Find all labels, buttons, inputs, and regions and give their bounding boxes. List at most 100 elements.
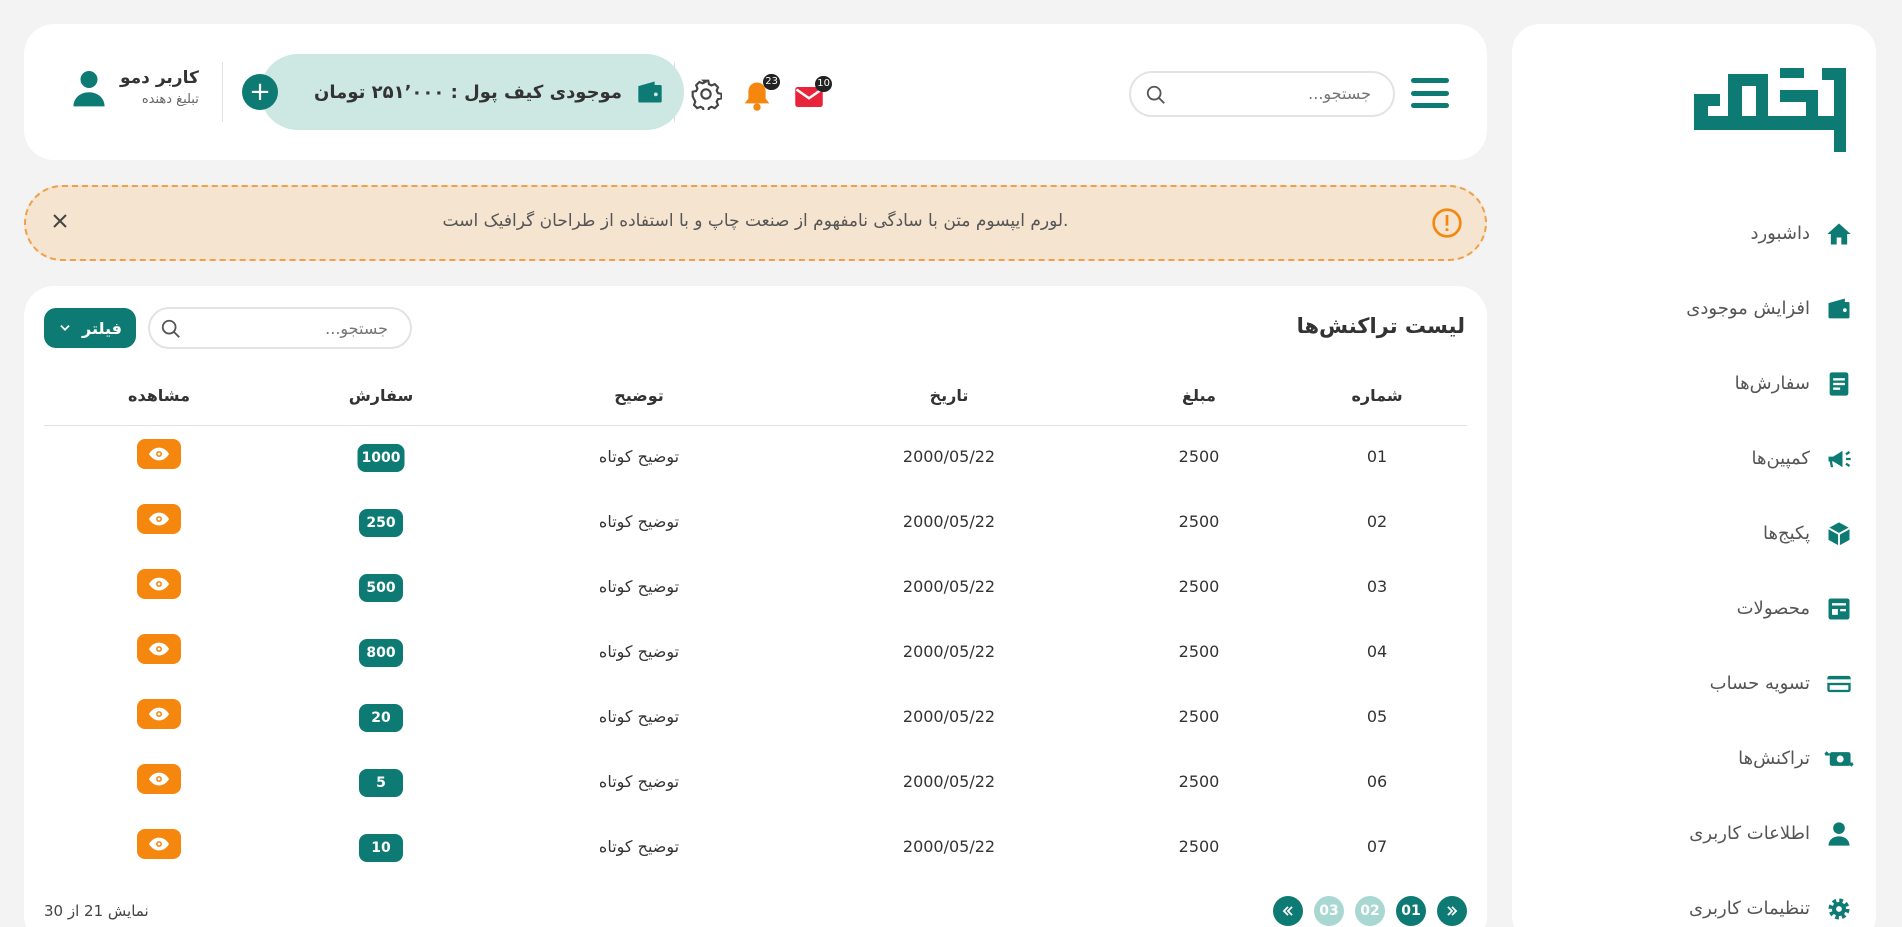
order-badge: 1000 (357, 444, 405, 472)
add-balance-button[interactable]: + (242, 74, 278, 110)
mail-count-badge: 10 (815, 76, 832, 92)
page-button[interactable]: 02 (1355, 896, 1385, 926)
bell-count-badge: 23 (763, 74, 780, 90)
user-profile[interactable]: کاربر دمو تبلیغ دهنده (72, 68, 199, 107)
cell-number: 06 (1366, 772, 1388, 791)
view-button[interactable] (137, 634, 181, 664)
top-header: 10 23 موجودی کیف پول : ۲۵۱٬۰۰۰ تومان + ک… (24, 24, 1487, 160)
sidebar-item-label: کمپین‌ها (1751, 448, 1810, 469)
sidebar-item-label: پکیج‌ها (1763, 523, 1810, 544)
pagination: 01 02 03 (1273, 896, 1467, 926)
products-icon (1824, 594, 1854, 624)
view-button[interactable] (137, 504, 181, 534)
view-button[interactable] (137, 764, 181, 794)
exchange-icon (1824, 744, 1854, 774)
filter-button[interactable]: فیلتر (44, 308, 136, 348)
cell-amount: 2500 (1178, 512, 1220, 531)
transactions-card: لیست تراکنش‌ها فیلتر شماره مبلغ تاریخ تو… (24, 286, 1487, 927)
sidebar: داشبورد افزایش موجودی سفارش‌ها کمپین‌ها … (1512, 24, 1876, 927)
cell-amount: 2500 (1178, 447, 1220, 466)
page-button[interactable]: 03 (1314, 896, 1344, 926)
eye-icon (148, 837, 170, 851)
sidebar-item-orders[interactable]: سفارش‌ها (1514, 346, 1854, 421)
eye-icon (148, 447, 170, 461)
order-badge: 800 (359, 639, 403, 667)
page-title: لیست تراکنش‌ها (1296, 314, 1465, 338)
package-icon (1824, 519, 1854, 549)
sidebar-item-dashboard[interactable]: داشبورد (1514, 196, 1854, 271)
cell-amount: 2500 (1178, 837, 1220, 856)
table-row: 07 2500 2000/05/22 توضیح کوتاه 10 (24, 829, 1487, 902)
sidebar-item-label: اطلاعات کاربری (1689, 823, 1810, 844)
column-header-number: شماره (1351, 386, 1403, 405)
header-search-input[interactable] (1181, 84, 1371, 103)
table-header-divider (44, 425, 1467, 426)
sidebar-item-packages[interactable]: پکیج‌ها (1514, 496, 1854, 571)
table-row: 03 2500 2000/05/22 توضیح کوتاه 500 (24, 569, 1487, 642)
user-role: تبلیغ دهنده (141, 92, 199, 107)
cell-number: 04 (1366, 642, 1388, 661)
eye-icon (148, 772, 170, 786)
chevron-down-icon (60, 325, 70, 331)
chevron-double-left-icon (1282, 906, 1293, 916)
table-search-input[interactable] (208, 319, 388, 338)
cell-description: توضیح کوتاه (598, 512, 680, 531)
page-button-current[interactable]: 01 (1396, 896, 1426, 926)
showing-count: نمایش 21 از 30 (44, 902, 149, 920)
sidebar-item-settlement[interactable]: تسویه حساب (1514, 646, 1854, 721)
cell-date: 2000/05/22 (902, 447, 996, 466)
settings-button[interactable] (690, 78, 724, 113)
sidebar-item-add-balance[interactable]: افزایش موجودی (1514, 271, 1854, 346)
table-row: 06 2500 2000/05/22 توضیح کوتاه 5 (24, 764, 1487, 837)
pagination-next-button[interactable] (1273, 896, 1303, 926)
user-name: کاربر دمو (120, 68, 199, 88)
cell-date: 2000/05/22 (902, 837, 996, 856)
wallet-icon (638, 81, 662, 103)
cell-date: 2000/05/22 (902, 512, 996, 531)
table-row: 02 2500 2000/05/22 توضیح کوتاه 250 (24, 504, 1487, 577)
avatar-icon (73, 70, 105, 106)
close-icon[interactable] (48, 209, 72, 237)
card-icon (1824, 669, 1854, 699)
view-button[interactable] (137, 829, 181, 859)
mail-notification[interactable]: 10 (792, 76, 832, 116)
search-icon[interactable] (160, 318, 182, 344)
megaphone-icon (1824, 444, 1854, 474)
user-icon (1824, 819, 1854, 849)
view-button[interactable] (137, 699, 181, 729)
menu-toggle-icon[interactable] (1411, 78, 1449, 108)
cell-description: توضیح کوتاه (598, 447, 680, 466)
home-icon (1824, 219, 1854, 249)
notice-text: .لورم ایپسوم متن با سادگی نامفهوم از صنع… (442, 211, 1069, 231)
sidebar-item-campaigns[interactable]: کمپین‌ها (1514, 421, 1854, 496)
pagination-prev-button[interactable] (1437, 896, 1467, 926)
bell-notification[interactable]: 23 (740, 74, 780, 114)
gear-icon (1824, 894, 1854, 924)
wallet-balance-text: موجودی کیف پول : ۲۵۱٬۰۰۰ تومان (314, 81, 622, 103)
view-button[interactable] (137, 439, 181, 469)
cell-description: توضیح کوتاه (598, 642, 680, 661)
wallet-icon (1824, 294, 1854, 324)
brand-logo[interactable] (1694, 54, 1854, 154)
sidebar-item-label: سفارش‌ها (1734, 373, 1810, 394)
header-divider (222, 62, 223, 122)
cell-amount: 2500 (1178, 772, 1220, 791)
cell-number: 05 (1366, 707, 1388, 726)
chevron-double-right-icon (1447, 906, 1458, 916)
view-button[interactable] (137, 569, 181, 599)
logo-mark-icon (1694, 68, 1846, 152)
sidebar-item-transactions[interactable]: تراکنش‌ها (1514, 721, 1854, 796)
cell-amount: 2500 (1178, 707, 1220, 726)
cell-date: 2000/05/22 (902, 772, 996, 791)
order-badge: 5 (359, 769, 403, 797)
filter-label: فیلتر (81, 318, 123, 338)
search-icon[interactable] (1145, 84, 1167, 110)
sidebar-item-products[interactable]: محصولات (1514, 571, 1854, 646)
sidebar-item-label: داشبورد (1750, 223, 1810, 244)
table-row: 05 2500 2000/05/22 توضیح کوتاه 20 (24, 699, 1487, 772)
sidebar-item-user-settings[interactable]: تنظیمات کاربری (1514, 871, 1854, 927)
cell-amount: 2500 (1178, 642, 1220, 661)
sidebar-item-user-info[interactable]: اطلاعات کاربری (1514, 796, 1854, 871)
cell-date: 2000/05/22 (902, 577, 996, 596)
settings-gear-icon (691, 79, 723, 113)
